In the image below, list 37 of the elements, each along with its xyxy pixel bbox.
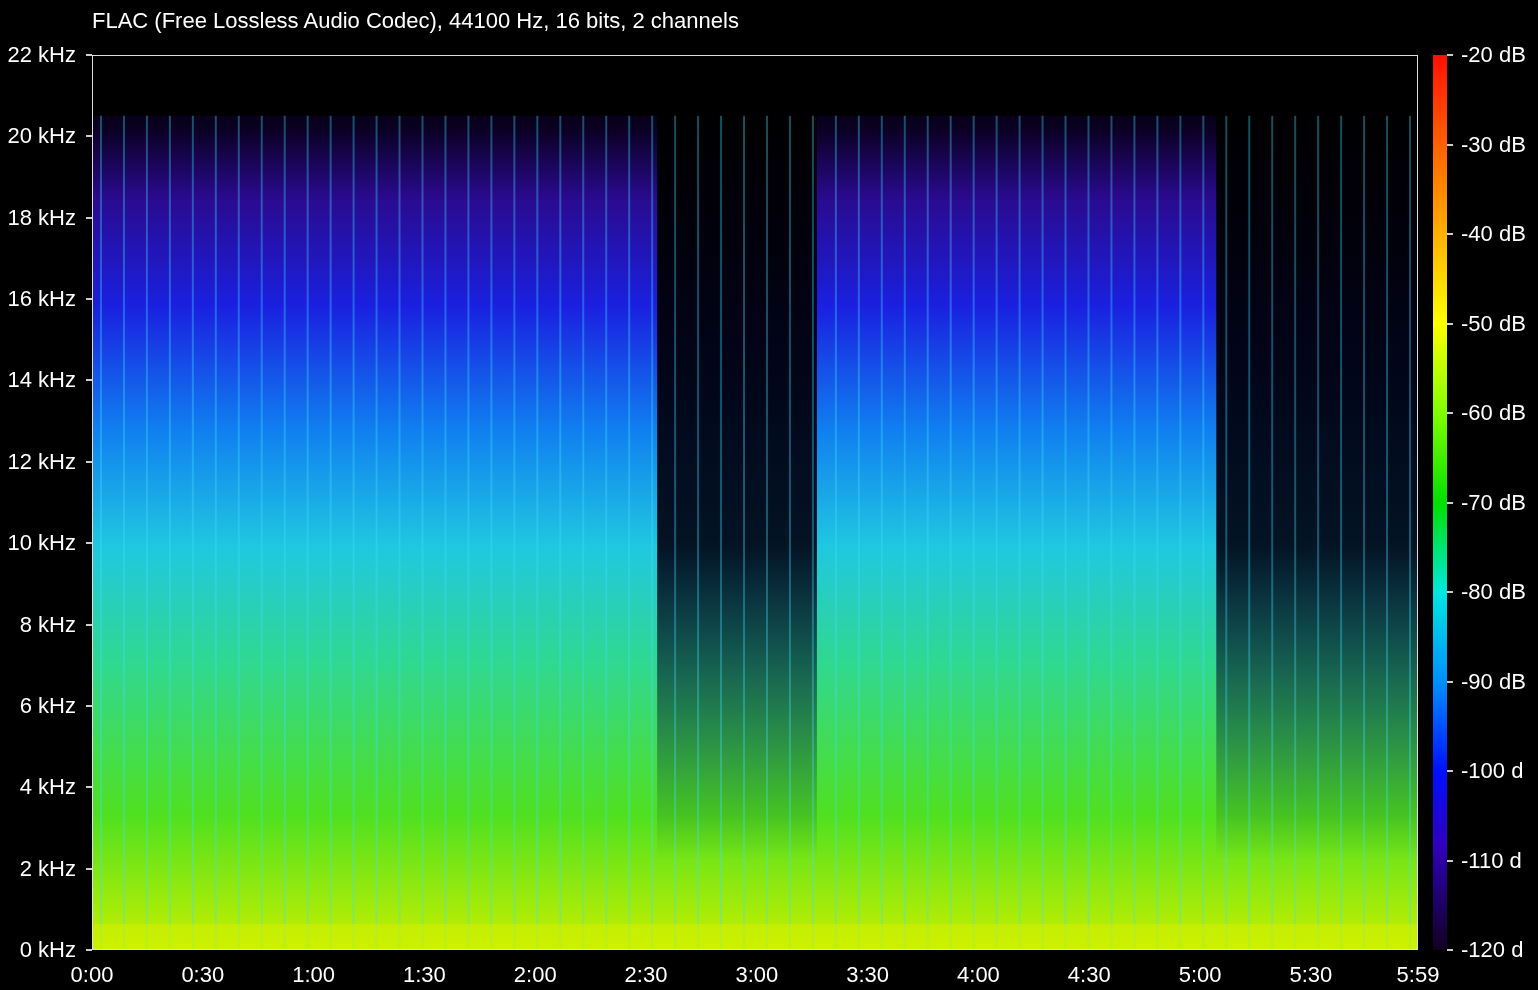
- level-label: -100 d: [1461, 758, 1524, 784]
- file-info-title: FLAC (Free Lossless Audio Codec), 44100 Hz, 16 bits, 2 channels: [92, 9, 739, 32]
- time-label: 3:00: [735, 964, 779, 986]
- frequency-label: 16 kHz: [7, 286, 76, 313]
- time-label: 4:00: [957, 964, 1000, 986]
- level-label: -40 dB: [1461, 221, 1526, 247]
- level-label: -110 d: [1461, 847, 1522, 874]
- frequency-label: 20 kHz: [7, 123, 76, 150]
- time-label: 3:30: [846, 964, 890, 986]
- time-label: 1:30: [403, 964, 446, 986]
- level-label: -90 dB: [1461, 668, 1526, 695]
- frequency-label: 14 kHz: [7, 367, 76, 394]
- frequency-label: 22 kHz: [7, 42, 76, 68]
- time-label: 2:00: [513, 964, 557, 986]
- level-label: -80 dB: [1461, 579, 1526, 605]
- level-label: -30 dB: [1461, 131, 1526, 158]
- level-label: -20 dB: [1461, 42, 1526, 68]
- frequency-label: 4 kHz: [19, 774, 76, 801]
- frequency-label: 12 kHz: [7, 448, 76, 475]
- level-label: -60 dB: [1461, 400, 1526, 426]
- time-label: 4:30: [1067, 964, 1111, 986]
- time-label: 0:30: [181, 964, 225, 986]
- level-label: -120 d: [1461, 937, 1524, 963]
- frequency-label: 2 kHz: [19, 855, 76, 882]
- frequency-label: 18 kHz: [7, 204, 76, 231]
- time-label: 5:59: [1396, 964, 1440, 986]
- time-label: 2:30: [624, 964, 668, 986]
- time-label: 5:30: [1289, 964, 1333, 986]
- frequency-label: 10 kHz: [7, 530, 76, 557]
- time-label: 5:00: [1178, 964, 1222, 986]
- frequency-label: 0 kHz: [19, 936, 76, 963]
- frequency-label: 8 kHz: [19, 611, 76, 638]
- time-label: 1:00: [292, 964, 335, 986]
- time-label: 0:00: [70, 964, 114, 986]
- frequency-label: 6 kHz: [19, 692, 76, 719]
- level-label: -50 dB: [1461, 310, 1526, 337]
- level-label: -70 dB: [1461, 489, 1526, 516]
